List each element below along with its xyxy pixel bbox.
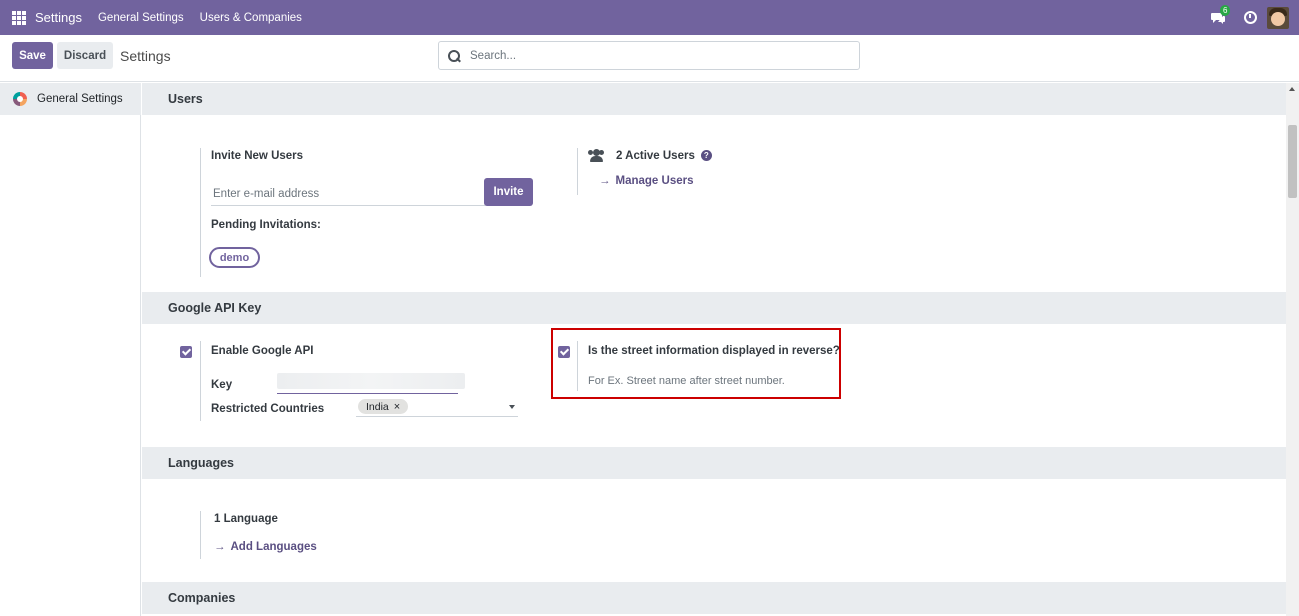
settings-content: Users Invite New Users Invite Pending In…	[142, 83, 1286, 616]
chevron-down-icon[interactable]	[509, 405, 515, 409]
discard-button[interactable]: Discard	[57, 42, 113, 69]
chat-icon[interactable]: 6	[1210, 4, 1231, 25]
sidebar-item-label: General Settings	[37, 93, 123, 105]
top-navbar: Settings General Settings Users & Compan…	[0, 0, 1299, 35]
active-users-label: 2 Active Users	[616, 150, 695, 162]
users-icon	[588, 149, 605, 162]
remove-tag-icon[interactable]: ×	[394, 401, 400, 413]
email-field[interactable]	[211, 182, 485, 206]
manage-users-link[interactable]: → Manage Users	[599, 175, 693, 187]
invite-button[interactable]: Invite	[484, 178, 533, 206]
reverse-street-checkbox[interactable]	[558, 346, 570, 358]
vertical-scrollbar[interactable]	[1286, 83, 1299, 616]
enable-google-api-label: Enable Google API	[211, 345, 314, 357]
reverse-street-label: Is the street information displayed in r…	[588, 345, 840, 357]
invite-users-label: Invite New Users	[211, 150, 304, 162]
country-tag: India ×	[358, 399, 409, 414]
arrow-right-icon: →	[599, 175, 611, 187]
section-header-google-api: Google API Key	[142, 292, 1286, 324]
manage-users-label: Manage Users	[615, 175, 694, 187]
add-languages-label: Add Languages	[230, 541, 317, 553]
pending-invitations-label: Pending Invitations:	[211, 219, 321, 231]
save-button[interactable]: Save	[12, 42, 53, 69]
restricted-countries-select[interactable]: India ×	[356, 398, 518, 417]
divider	[577, 341, 578, 391]
page-title: Settings	[120, 48, 171, 64]
section-header-users: Users	[142, 83, 1286, 115]
restricted-countries-label: Restricted Countries	[211, 403, 325, 415]
reverse-street-help: For Ex. Street name after street number.	[588, 375, 785, 387]
app-brand[interactable]: Settings	[35, 10, 82, 25]
odoo-logo-icon	[13, 92, 27, 106]
divider	[200, 511, 201, 559]
sidebar-item-general-settings[interactable]: General Settings	[0, 83, 141, 115]
search-bar	[438, 41, 860, 70]
divider	[200, 341, 201, 421]
menu-general-settings[interactable]: General Settings	[98, 12, 184, 24]
help-icon[interactable]: ?	[700, 150, 712, 161]
apps-grid-icon[interactable]	[12, 10, 26, 25]
search-icon	[448, 49, 460, 62]
settings-sidebar: General Settings	[0, 83, 141, 616]
add-languages-link[interactable]: → Add Languages	[214, 541, 317, 553]
key-label: Key	[211, 379, 233, 391]
country-tag-label: India	[366, 400, 389, 413]
arrow-right-icon: →	[214, 541, 226, 553]
highlight-box	[551, 328, 841, 399]
chat-badge: 6	[1220, 4, 1231, 16]
api-key-field[interactable]	[277, 373, 465, 394]
redacted-key	[277, 373, 465, 389]
clock-icon[interactable]	[1244, 11, 1257, 24]
scroll-up-icon[interactable]	[1289, 87, 1295, 91]
active-users-count: 2 Active Users?	[616, 150, 712, 162]
section-header-companies: Companies	[142, 582, 1286, 614]
enable-google-api-checkbox[interactable]	[180, 346, 192, 358]
language-count: 1 Language	[214, 513, 278, 525]
menu-users-companies[interactable]: Users & Companies	[200, 12, 302, 24]
avatar[interactable]	[1267, 6, 1289, 29]
divider	[200, 148, 201, 277]
search-input[interactable]	[470, 49, 850, 62]
pending-invitation-badge[interactable]: demo	[209, 247, 260, 268]
section-header-languages: Languages	[142, 447, 1286, 479]
scrollbar-thumb[interactable]	[1288, 125, 1297, 198]
control-panel: Save Discard Settings	[0, 35, 1299, 82]
divider	[577, 148, 578, 195]
